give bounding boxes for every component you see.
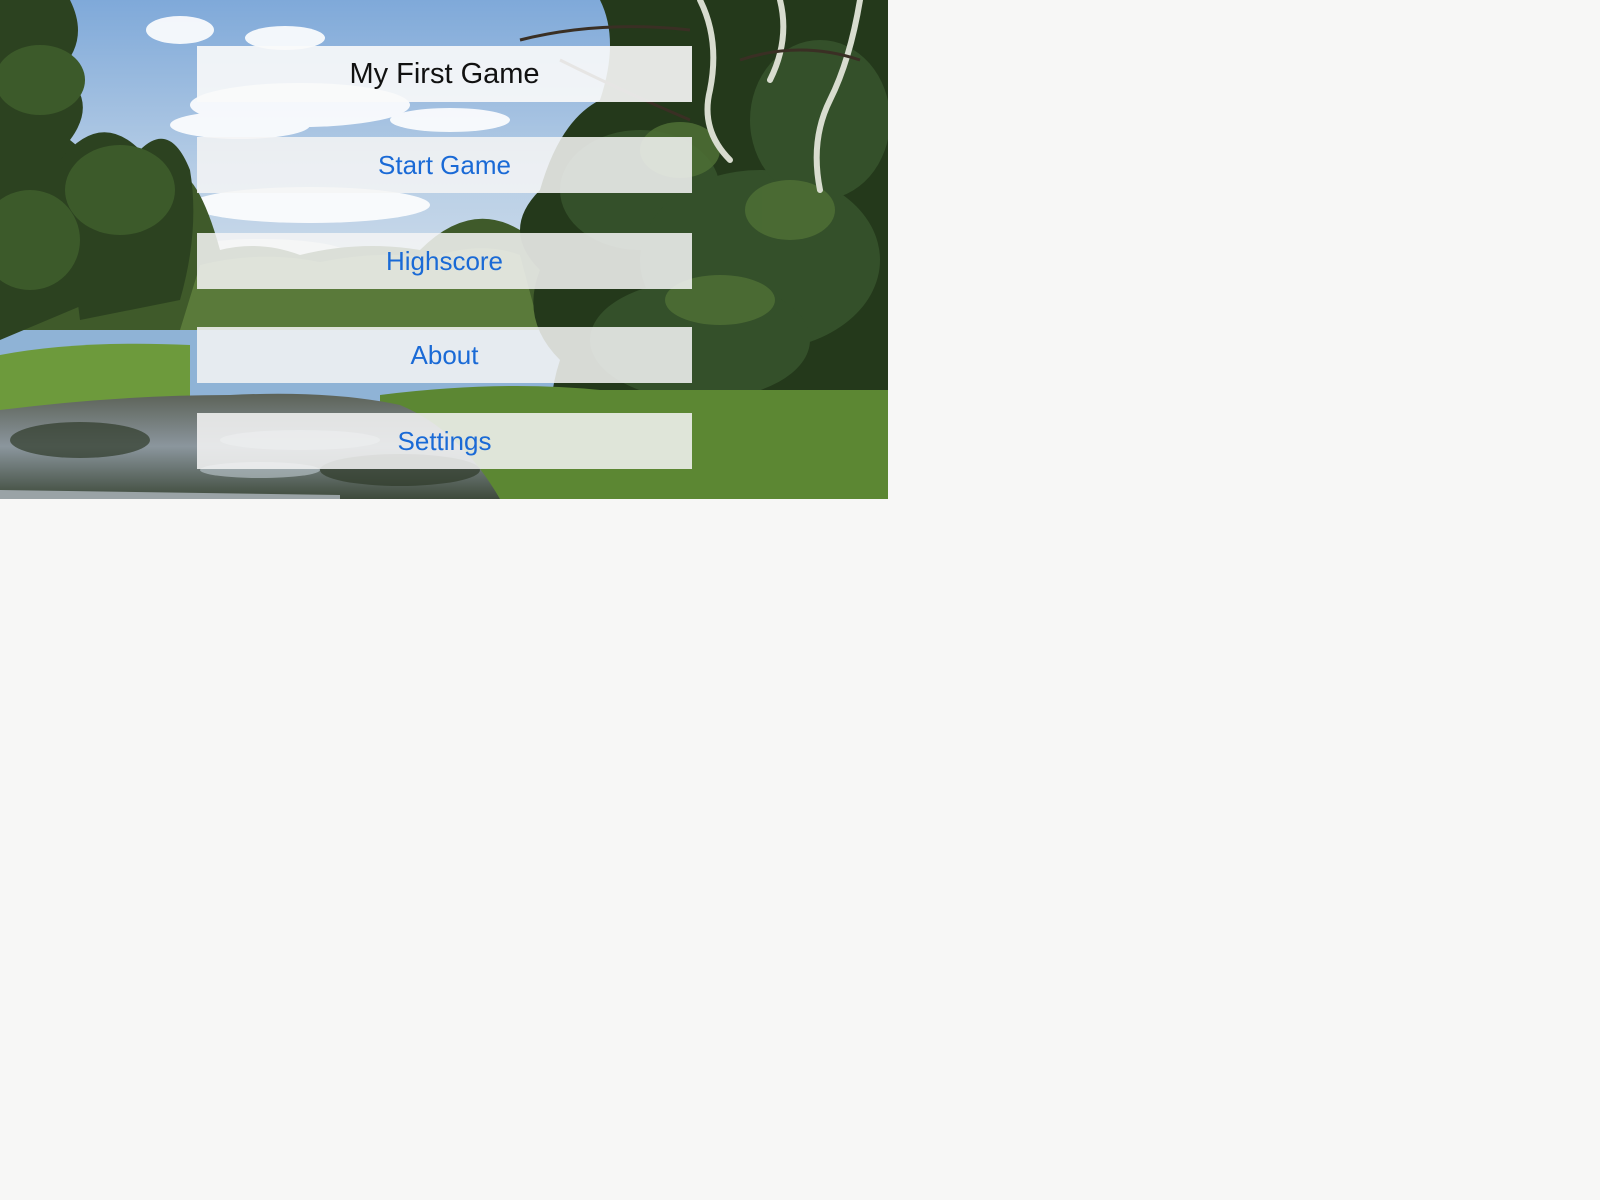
- about-button[interactable]: About: [197, 327, 692, 383]
- settings-button[interactable]: Settings: [197, 413, 692, 469]
- highscore-button[interactable]: Highscore: [197, 233, 692, 289]
- start-game-button[interactable]: Start Game: [197, 137, 692, 193]
- game-title: My First Game: [197, 46, 692, 102]
- game-screen: My First Game Start Game Highscore About…: [0, 0, 888, 499]
